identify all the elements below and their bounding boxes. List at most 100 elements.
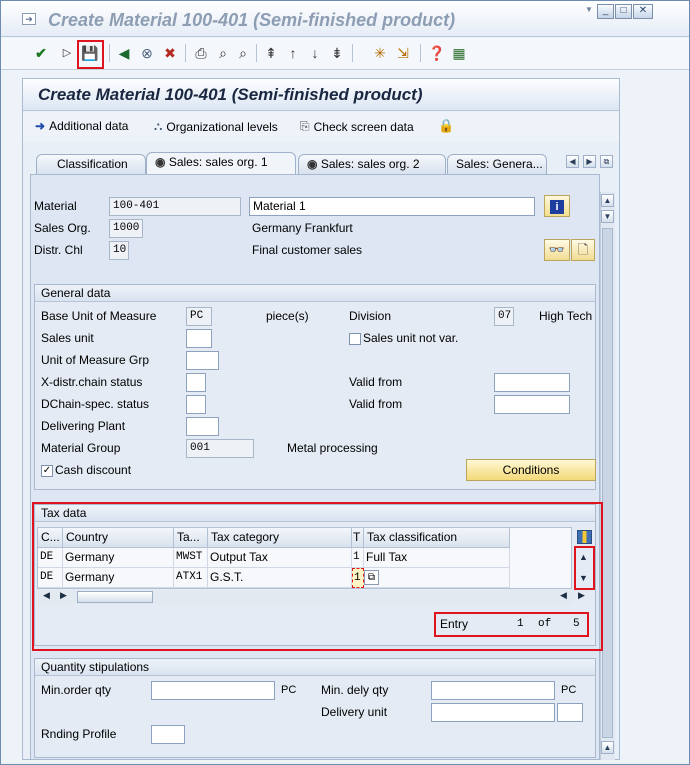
check-screen-data-button[interactable]: ⎘ Check screen data (300, 119, 414, 134)
min-dely-field[interactable] (431, 681, 555, 700)
h-scroll-thumb[interactable] (77, 591, 153, 603)
material-field[interactable]: 100-401 (109, 197, 241, 216)
additional-data-button[interactable]: ➜ Additional data (35, 119, 128, 133)
rnding-profile-field[interactable] (151, 725, 185, 744)
dchain-status-field[interactable] (186, 395, 206, 414)
col-header-c[interactable]: C... (38, 528, 63, 548)
tab-scroll-right-icon[interactable]: ▶ (583, 155, 596, 168)
save-icon[interactable]: 💾 (81, 44, 99, 62)
back-icon[interactable]: ◀ (115, 44, 133, 62)
document-icon: 🗋 (577, 242, 589, 257)
delivery-unit-label: Delivery unit (321, 705, 388, 719)
delivery-unit-field[interactable] (431, 703, 555, 722)
tax-classification-field-active[interactable]: 1 (352, 568, 364, 588)
valid-from-label: Valid from (349, 375, 403, 389)
delivery-unit-uom-field[interactable] (557, 703, 583, 722)
valid-from-2-field[interactable] (494, 395, 570, 414)
table-scroll-down-icon[interactable]: ▼ (579, 573, 588, 583)
column-config-icon[interactable] (577, 530, 592, 544)
general-data-title: General data (35, 285, 595, 302)
info-icon: i (550, 200, 564, 214)
next-page-icon[interactable]: ↓ (306, 44, 324, 62)
division-field[interactable]: 07 (494, 307, 514, 326)
first-page-icon[interactable]: ⇞ (262, 44, 280, 62)
col-header-country[interactable]: Country (63, 528, 174, 548)
scroll-up-icon[interactable]: ▲ (601, 194, 614, 207)
h-scroll-left-2-icon[interactable]: ◀ (560, 590, 567, 601)
tab-classification[interactable]: Classification (36, 154, 146, 174)
print-icon[interactable]: ⎙ (192, 44, 210, 62)
entry-current: 1 (517, 618, 524, 630)
org-levels-button[interactable]: ⛬ Organizational levels (154, 119, 278, 134)
find-next-icon[interactable]: ⌕ (234, 44, 252, 62)
last-page-icon[interactable]: ⇟ (328, 44, 346, 62)
tab-sales-org-1[interactable]: ◉ Sales: sales org. 1 (146, 152, 296, 175)
window-menu-icon[interactable]: ➜ (22, 13, 36, 25)
window-title: Create Material 100-401 (Semi-finished p… (48, 10, 456, 30)
sales-org-field[interactable]: 1000 (109, 219, 143, 238)
check-screen-icon: ⎘ (300, 119, 310, 133)
shortcut-icon[interactable]: ⇲ (394, 44, 412, 62)
value-help-icon[interactable]: ⧉ (364, 570, 379, 585)
col-header-t[interactable]: T (352, 528, 364, 548)
cancel-icon[interactable]: ✖ (161, 44, 179, 62)
uom-group-field[interactable] (186, 351, 219, 370)
tab-list-icon[interactable]: ⧉ (600, 155, 613, 168)
delivering-plant-field[interactable] (186, 417, 219, 436)
previous-page-icon[interactable]: ↑ (284, 44, 302, 62)
min-order-field[interactable] (151, 681, 275, 700)
sales-org-description: Germany Frankfurt (252, 221, 353, 235)
find-icon[interactable]: ⌕ (214, 44, 232, 62)
help-icon[interactable]: ❓ (428, 44, 446, 62)
create-session-icon[interactable]: ✳ (371, 44, 389, 62)
h-scroll-right-2-icon[interactable]: ▶ (578, 590, 585, 601)
customize-layout-icon[interactable]: ▦ (450, 44, 468, 62)
document-button[interactable]: 🗋 (571, 239, 595, 261)
table-cell: Germany (63, 568, 174, 588)
lock-icon[interactable]: 🔒 (438, 118, 454, 134)
tab-sales-org-2[interactable]: ◉ Sales: sales org. 2 (298, 154, 446, 174)
scroll-thumb[interactable] (602, 228, 613, 738)
tax-classification-field[interactable]: 1 (352, 548, 364, 568)
window-chevron-icon[interactable]: ▼ (585, 5, 593, 14)
material-label: Material (34, 199, 77, 213)
sales-unit-not-var-checkbox[interactable] (349, 333, 361, 345)
table-cell: DE (38, 568, 63, 588)
sales-unit-field[interactable] (186, 329, 212, 348)
table-cell: Germany (63, 548, 174, 568)
col-header-tax-category[interactable]: Tax category (208, 528, 352, 548)
base-uom-field[interactable]: PC (186, 307, 212, 326)
material-description-field[interactable]: Material 1 (249, 197, 535, 216)
cash-discount-checkbox[interactable]: ✓ (41, 465, 53, 477)
material-group-description: Metal processing (287, 441, 378, 455)
conditions-button[interactable]: Conditions (466, 459, 596, 481)
valid-from-2-label: Valid from (349, 397, 403, 411)
valid-from-field[interactable] (494, 373, 570, 392)
min-order-label: Min.order qty (41, 683, 112, 697)
exit-icon[interactable]: ⊗ (138, 44, 156, 62)
table-scroll-up-icon[interactable]: ▲ (579, 552, 588, 562)
glasses-button[interactable]: 👓 (544, 239, 570, 261)
h-scroll-left-icon[interactable]: ◀ (43, 590, 50, 601)
x-distr-status-label: X-distr.chain status (41, 375, 143, 389)
col-header-ta[interactable]: Ta... (174, 528, 208, 548)
division-description: High Tech (539, 309, 593, 323)
col-header-tax-classification[interactable]: Tax classification (364, 528, 510, 548)
x-distr-status-field[interactable] (186, 373, 206, 392)
command-field-arrow-icon[interactable]: ▷ (58, 44, 76, 62)
scroll-up-bottom-icon[interactable]: ▲ (601, 741, 614, 754)
tab-sales-general[interactable]: Sales: Genera... (447, 154, 547, 174)
enter-check-icon[interactable]: ✔ (32, 44, 50, 62)
distr-chl-field[interactable]: 10 (109, 241, 129, 260)
minimize-button[interactable]: _ (597, 4, 614, 19)
scroll-down-icon[interactable]: ▼ (601, 210, 614, 223)
distr-chl-label: Distr. Chl (34, 243, 83, 257)
info-button[interactable]: i (544, 195, 570, 217)
h-scroll-right-icon[interactable]: ▶ (60, 590, 67, 601)
min-order-unit: PC (281, 684, 297, 696)
tab-scroll-left-icon[interactable]: ◀ (566, 155, 579, 168)
maximize-button[interactable]: □ (615, 4, 632, 19)
material-group-field[interactable]: 001 (186, 439, 254, 458)
distr-chl-description: Final customer sales (252, 243, 363, 257)
close-window-button[interactable]: ✕ (633, 4, 653, 19)
